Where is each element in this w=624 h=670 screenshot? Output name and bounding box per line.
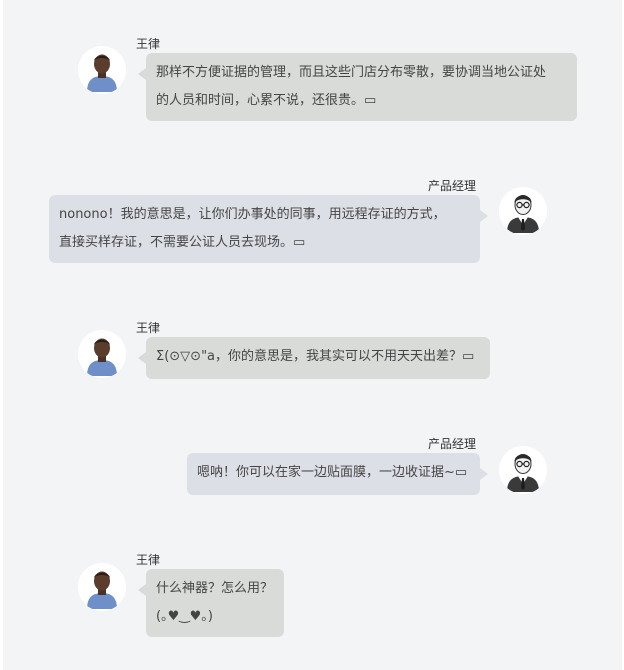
man-avatar-icon [78,563,126,611]
message-bubble: 什么神器？怎么用？ (｡♥‿♥｡) [138,569,284,637]
user-avatar[interactable] [78,563,126,611]
chat-panel: 王律 那样不方便证据的管理，而且这些门店分布零散，要协调当地公证处 的人员和时间… [3,0,622,670]
chat-message-5: 王律 什么神器？怎么用？ (｡♥‿♥｡) [3,0,622,660]
sender-name: 王律 [136,553,161,567]
